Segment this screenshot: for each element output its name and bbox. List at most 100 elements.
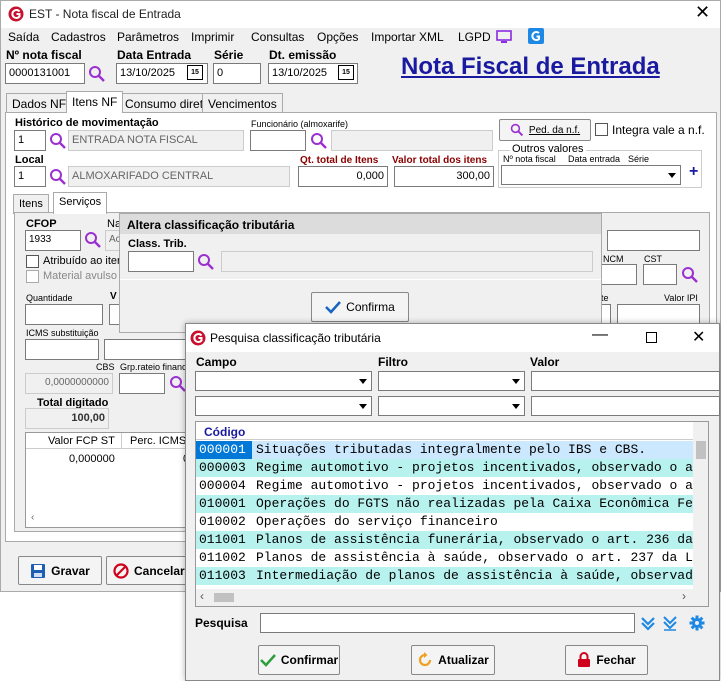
vertical-scroll-thumb[interactable] [696,441,706,459]
pesquisa-label: Pesquisa [195,616,248,630]
class-trib-input[interactable] [128,251,194,272]
filtro-select-1[interactable] [378,371,525,391]
icms-st-input[interactable] [25,339,99,360]
scroll-left-icon[interactable]: ‹ [31,512,34,523]
horizontal-scroll-thumb[interactable] [214,593,234,602]
results-header [196,422,693,440]
menu-lgpd[interactable]: LGPD [458,30,491,44]
monitor-icon[interactable] [496,30,512,44]
refresh-icon [419,652,432,667]
valor-ipi-input[interactable] [617,304,700,325]
confirmar-button[interactable]: Confirmar [258,645,340,675]
pesquisa-title: Pesquisa classificação tributária [210,331,381,345]
close-icon[interactable]: ✕ [695,2,710,23]
tab-vencimentos[interactable]: Vencimentos [202,93,283,113]
page-title: Nota Fiscal de Entrada [401,53,660,80]
menu-saida[interactable]: Saída [8,30,39,44]
filtro-select-2[interactable] [378,396,525,416]
expand-down-icon[interactable] [640,615,656,631]
cbs-value: 0,0000000000 [25,373,113,394]
funcionario-input[interactable] [250,130,306,151]
quantidade-input[interactable] [25,304,103,325]
tab-dados-nf[interactable]: Dados NF [6,93,73,113]
search-icon[interactable] [88,65,106,83]
subtab-servicos[interactable]: Serviços [53,192,108,214]
pesquisa-input[interactable] [260,613,635,633]
table-row[interactable]: 011003 Intermediação de planos de assistê… [196,567,693,585]
scroll-right-icon[interactable]: › [682,589,686,603]
window-title: EST - Nota fiscal de Entrada [29,7,181,21]
confirma-button[interactable]: Confirma [311,292,409,322]
calendar-icon[interactable]: 15 [187,65,203,80]
filter-down-icon[interactable] [662,615,678,631]
table-row[interactable]: 000001 Situações tributadas integralmente… [196,441,693,459]
scroll-left-icon[interactable]: ‹ [200,589,204,603]
menu-imprimir[interactable]: Imprimir [191,30,234,44]
nota-input[interactable]: 0000131001 [5,63,85,84]
outros-valores-select[interactable] [501,165,681,185]
valor-total-label: Valor total dos itens [392,155,488,166]
valor-input-2[interactable] [531,396,720,416]
historico-code-input[interactable]: 1 [14,130,46,151]
ncm-input[interactable] [601,264,637,285]
menu-importar-xml[interactable]: Importar XML [371,30,444,44]
search-icon[interactable] [310,132,328,150]
horizontal-scrollbar[interactable] [196,589,693,606]
search-icon[interactable] [681,266,699,284]
menu-cadastros[interactable]: Cadastros [51,30,106,44]
row-code: 000001 [196,441,252,459]
fechar-button[interactable]: Fechar [565,645,648,675]
filtro-label: Filtro [378,355,408,369]
grp-rateio-input[interactable] [119,373,165,394]
menu-parametros[interactable]: Parâmetros [117,30,179,44]
valor-label-fragment: V [110,291,117,302]
class-trib-label: Class. Trib. [128,238,187,250]
table-row[interactable]: 011002 Planos de assistência à saúde, obs… [196,549,693,567]
menu-bar: Saída Cadastros Parâmetros Imprimir Cons… [1,28,720,46]
right-input-top[interactable] [607,230,700,251]
table-row[interactable]: 000003 Regime automotivo - projetos incen… [196,459,693,477]
minimize-icon[interactable]: — [592,326,608,344]
gravar-button[interactable]: Gravar [18,556,102,585]
search-icon[interactable] [84,231,102,249]
integra-checkbox[interactable] [595,123,608,136]
ped-nf-button[interactable]: Ped. da n.f. [499,119,591,141]
campo-select-1[interactable] [195,371,372,391]
cancelar-button[interactable]: Cancelar [106,556,188,585]
cst-input[interactable] [643,264,677,285]
campo-select-2[interactable] [195,396,372,416]
cfop-input[interactable]: 1933 [25,230,81,251]
local-code-input[interactable]: 1 [14,166,46,187]
total-digitado-value: 100,00 [25,408,109,429]
calendar-icon[interactable]: 15 [338,65,354,80]
search-icon[interactable] [197,253,215,271]
table-row[interactable]: 010001 Operações do FGTS não realizadas p… [196,495,693,513]
campo-label: Campo [196,355,237,369]
subtab-itens[interactable]: Itens [13,194,49,214]
material-checkbox[interactable] [26,270,39,283]
menu-opcoes[interactable]: Opções [317,30,358,44]
menu-consultas[interactable]: Consultas [251,30,304,44]
serie-input[interactable]: 0 [213,63,261,84]
table-row[interactable]: 000004 Regime automotivo - projetos incen… [196,477,693,495]
tab-itens-nf[interactable]: Itens NF [66,91,124,113]
atualizar-label: Atualizar [438,653,489,667]
search-icon[interactable] [49,132,67,150]
gear-icon[interactable] [689,615,705,631]
icms-st-label: ICMS substituição [26,328,99,338]
table-row[interactable]: 011001 Planos de assistência funerária, o… [196,531,693,549]
atribuido-checkbox[interactable] [26,255,39,268]
valor-input-1[interactable] [531,371,720,391]
table-row[interactable]: 010002 Operações do serviço financeiro [196,513,693,531]
cancel-icon [113,562,129,579]
add-icon[interactable]: + [689,163,698,181]
search-icon[interactable] [49,168,67,186]
icms-st-input-2[interactable] [104,339,186,360]
maximize-icon[interactable] [646,332,657,343]
ncm-label: NCM [603,254,624,264]
atualizar-button[interactable]: Atualizar [411,645,495,675]
brand-g-icon[interactable] [528,28,544,44]
close-icon[interactable]: ✕ [692,327,705,347]
row-code: 011001 [199,532,246,547]
dt-emissao-label: Dt. emissão [269,48,337,62]
